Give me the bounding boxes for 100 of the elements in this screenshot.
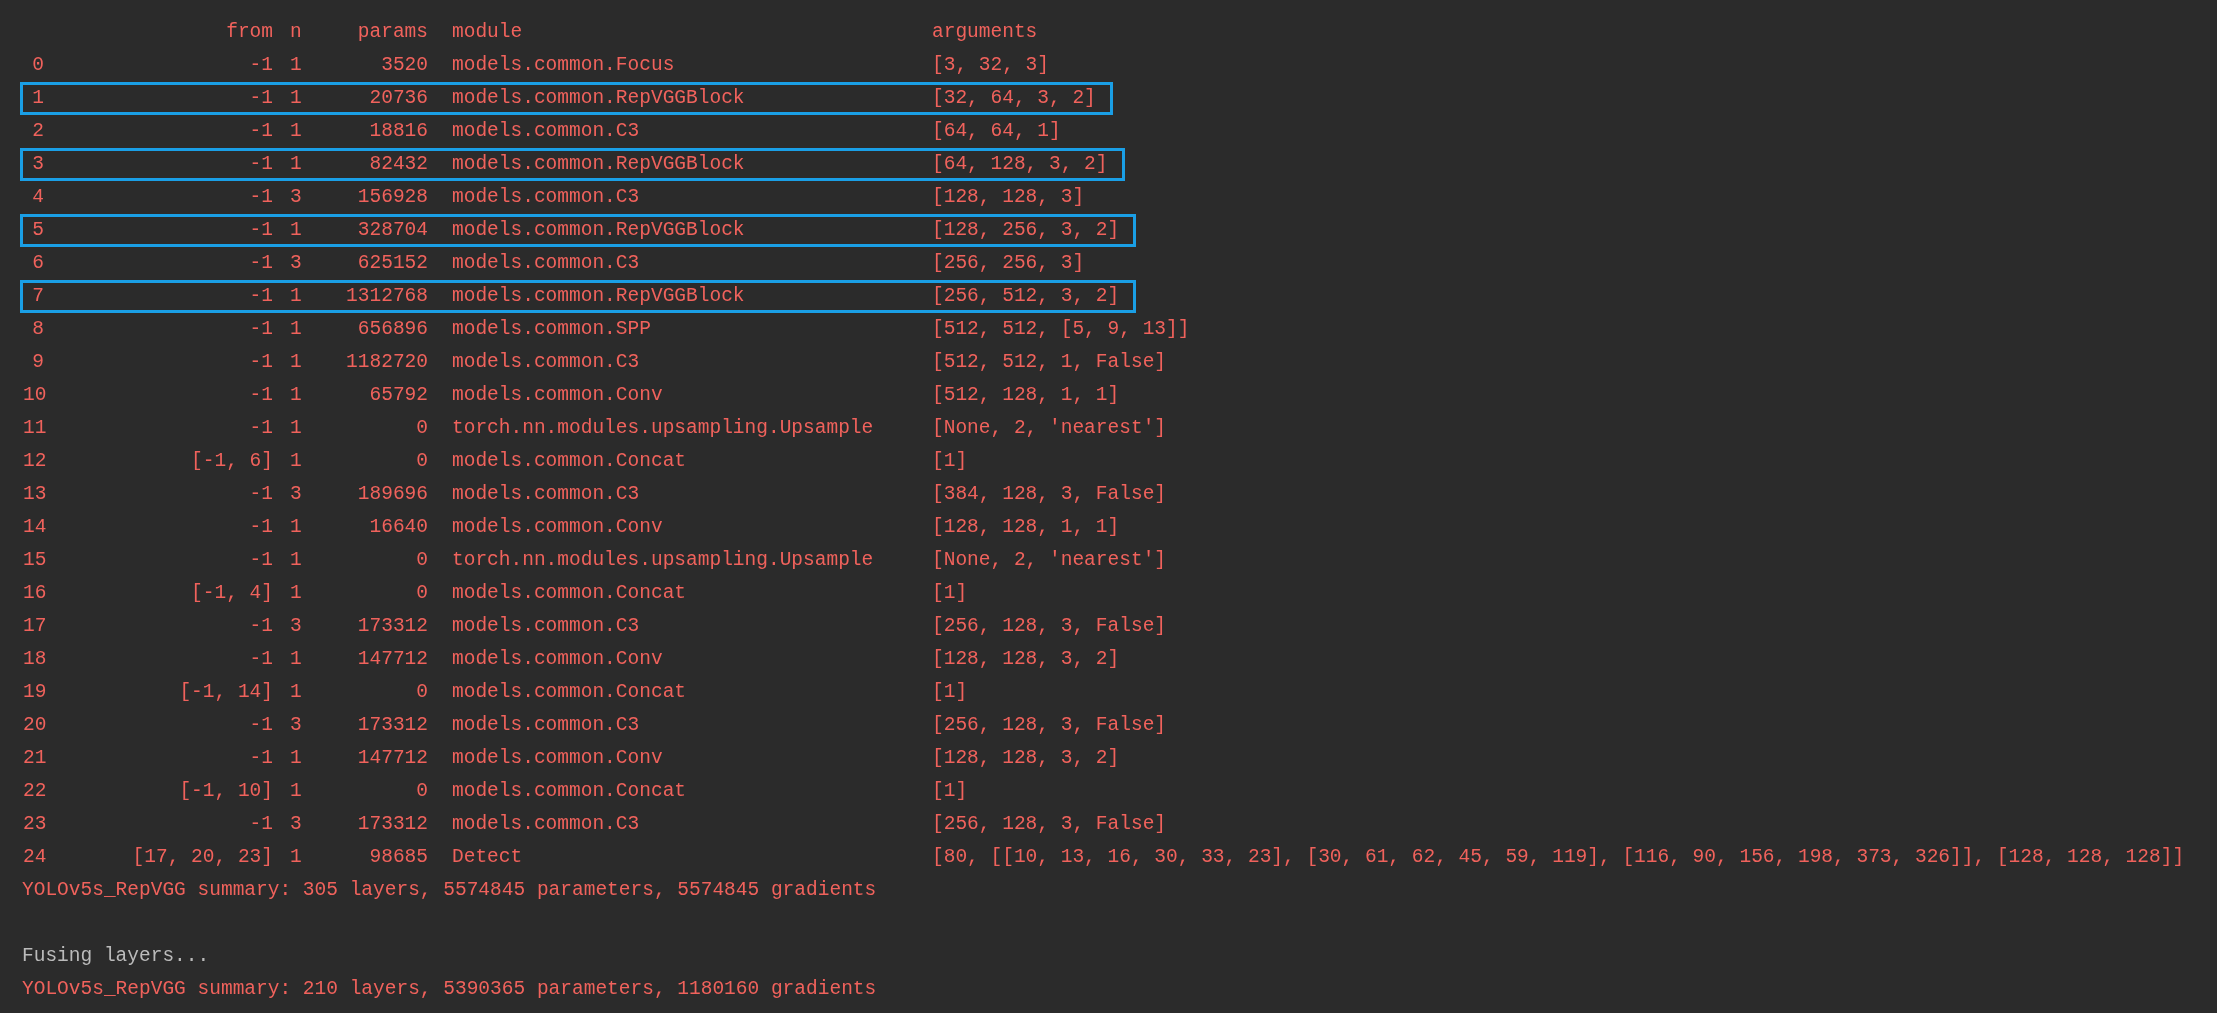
layer-arguments: [512, 512, [5, 9, 13]] (932, 317, 1190, 342)
layer-module: models.common.C3 (452, 251, 641, 276)
layer-index: 22 (23, 779, 44, 804)
layer-count: 1 (290, 152, 302, 177)
layer-params: 173312 (356, 713, 428, 738)
layer-module: torch.nn.modules.upsampling.Upsample (452, 416, 875, 441)
layer-arguments: [None, 2, 'nearest'] (932, 416, 1167, 441)
layer-from: -1 (248, 251, 273, 276)
layer-count: 1 (290, 779, 302, 804)
layer-arguments: [256, 128, 3, False] (932, 713, 1167, 738)
layer-module: models.common.C3 (452, 185, 641, 210)
layer-params: 1182720 (345, 350, 428, 375)
layer-from: -1 (248, 86, 273, 111)
layer-count: 1 (290, 647, 302, 672)
column-header: params (356, 20, 428, 45)
layer-index: 12 (23, 449, 44, 474)
layer-count: 1 (290, 284, 302, 309)
layer-index: 5 (31, 218, 44, 243)
layer-arguments: [1] (932, 779, 968, 804)
layer-module: models.common.Conv (452, 515, 664, 540)
layer-from: [-1, 4] (190, 581, 273, 606)
layer-arguments: [1] (932, 581, 968, 606)
layer-params: 625152 (356, 251, 428, 276)
layer-arguments: [1] (932, 680, 968, 705)
layer-arguments: [256, 128, 3, False] (932, 614, 1167, 639)
layer-index: 16 (23, 581, 44, 606)
layer-index: 17 (23, 614, 44, 639)
layer-from: -1 (248, 218, 273, 243)
layer-arguments: [None, 2, 'nearest'] (932, 548, 1167, 573)
layer-count: 3 (290, 185, 302, 210)
layer-module: models.common.Conv (452, 383, 664, 408)
layer-from: -1 (248, 284, 273, 309)
layer-module: torch.nn.modules.upsampling.Upsample (452, 548, 875, 573)
layer-from: -1 (248, 317, 273, 342)
layer-arguments: [128, 256, 3, 2] (932, 218, 1120, 243)
layer-arguments: [128, 128, 3, 2] (932, 647, 1120, 672)
layer-arguments: [256, 256, 3] (932, 251, 1085, 276)
layer-arguments: [1] (932, 449, 968, 474)
layer-module: models.common.RepVGGBlock (452, 284, 746, 309)
column-header: from (225, 20, 273, 45)
layer-count: 3 (290, 713, 302, 738)
layer-index: 7 (31, 284, 44, 309)
layer-params: 173312 (356, 812, 428, 837)
layer-count: 3 (290, 251, 302, 276)
layer-index: 1 (31, 86, 44, 111)
layer-index: 9 (31, 350, 44, 375)
column-header: n (290, 20, 302, 45)
layer-count: 1 (290, 449, 302, 474)
layer-from: -1 (248, 119, 273, 144)
layer-count: 1 (290, 845, 302, 870)
layer-index: 14 (23, 515, 44, 540)
layer-index: 23 (23, 812, 44, 837)
layer-module: Detect (452, 845, 524, 870)
log-line: Fusing layers... (21, 944, 210, 969)
layer-params: 328704 (356, 218, 428, 243)
layer-params: 189696 (356, 482, 428, 507)
layer-arguments: [256, 512, 3, 2] (932, 284, 1120, 309)
layer-params: 173312 (356, 614, 428, 639)
layer-params: 18816 (368, 119, 428, 144)
layer-count: 1 (290, 53, 302, 78)
layer-arguments: [512, 128, 1, 1] (932, 383, 1120, 408)
layer-index: 24 (23, 845, 44, 870)
layer-module: models.common.C3 (452, 812, 641, 837)
layer-count: 3 (290, 482, 302, 507)
layer-params: 82432 (368, 152, 428, 177)
layer-module: models.common.RepVGGBlock (452, 152, 746, 177)
layer-count: 1 (290, 86, 302, 111)
layer-index: 4 (31, 185, 44, 210)
layer-module: models.common.Focus (452, 53, 676, 78)
layer-index: 8 (31, 317, 44, 342)
layer-module: models.common.C3 (452, 713, 641, 738)
layer-from: [17, 20, 23] (131, 845, 273, 870)
layer-index: 11 (23, 416, 44, 441)
layer-module: models.common.SPP (452, 317, 652, 342)
layer-params: 3520 (380, 53, 428, 78)
layer-module: models.common.C3 (452, 350, 641, 375)
layer-count: 1 (290, 416, 302, 441)
layer-from: -1 (248, 548, 273, 573)
layer-from: -1 (248, 185, 273, 210)
layer-arguments: [32, 64, 3, 2] (932, 86, 1096, 111)
layer-params: 0 (415, 548, 428, 573)
layer-count: 1 (290, 119, 302, 144)
layer-params: 0 (415, 416, 428, 441)
layer-from: -1 (248, 647, 273, 672)
layer-count: 3 (290, 614, 302, 639)
layer-from: -1 (248, 152, 273, 177)
log-line: YOLOv5s_RepVGG summary: 305 layers, 5574845 parameters, 5574845 gradients (21, 878, 877, 903)
layer-index: 20 (23, 713, 44, 738)
layer-from: -1 (248, 746, 273, 771)
layer-arguments: [128, 128, 3] (932, 185, 1085, 210)
layer-index: 3 (31, 152, 44, 177)
layer-params: 65792 (368, 383, 428, 408)
layer-from: [-1, 10] (178, 779, 273, 804)
layer-params: 0 (415, 581, 428, 606)
layer-from: -1 (248, 812, 273, 837)
layer-count: 1 (290, 383, 302, 408)
layer-from: -1 (248, 416, 273, 441)
layer-index: 19 (23, 680, 44, 705)
layer-arguments: [3, 32, 3] (932, 53, 1050, 78)
layer-arguments: [80, [[10, 13, 16, 30, 33, 23], [30, 61, 62, 45, 59, 119], [116, 90, 156, 198, 373, 326]], [128, 128, 128]] (932, 845, 2185, 870)
